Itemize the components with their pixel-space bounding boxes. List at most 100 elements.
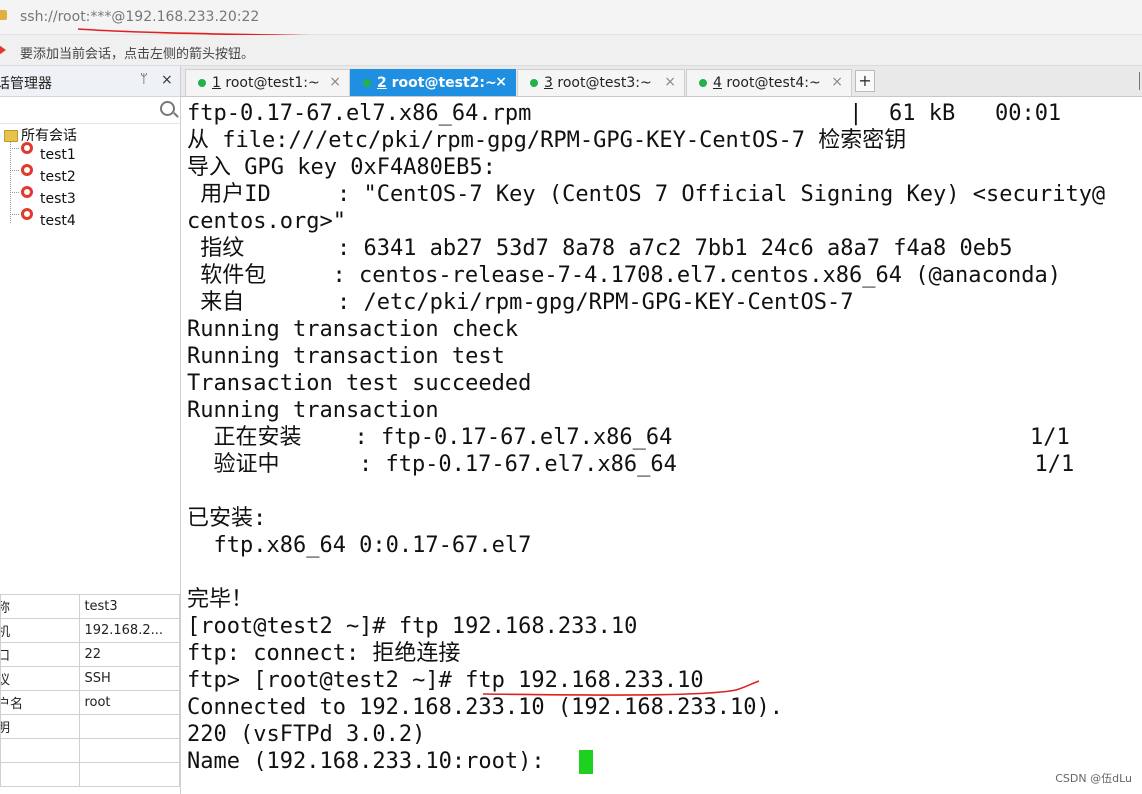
session-properties: 称test3 机192.168.2... 口22 议SSH 户名root 明 xyxy=(0,594,180,787)
property-key: 称 xyxy=(0,594,81,619)
tab-root-test3[interactable]: 3 root@test3:~ × xyxy=(517,69,685,96)
status-dot-icon xyxy=(530,79,538,87)
property-key: 议 xyxy=(0,666,81,691)
tree-session-test2[interactable]: test2 xyxy=(40,169,76,185)
folder-icon xyxy=(4,130,18,142)
tree-session-test1[interactable]: test1 xyxy=(40,147,76,163)
terminal-line: 已安装: xyxy=(187,506,267,531)
tab-root-test1[interactable]: 1 root@test1:~ × xyxy=(185,69,350,96)
tab-title: root@test1:~ xyxy=(220,75,320,91)
tab-number: 2 xyxy=(377,75,387,91)
terminal-line: 软件包 : centos-release-7-4.1708.el7.centos… xyxy=(187,263,1061,288)
status-dot-icon xyxy=(699,79,707,87)
tree-line xyxy=(10,142,11,223)
terminal-line: ftp-0.17-67.el7.x86_64.rpm | 61 kB 00:01 xyxy=(187,101,1062,126)
terminal-line: Running transaction xyxy=(187,398,439,423)
terminal-line: 完毕！ xyxy=(187,587,254,612)
property-key: 户名 xyxy=(0,690,81,715)
property-key: 明 xyxy=(0,714,81,739)
tab-number: 1 xyxy=(212,75,221,91)
property-key: 口 xyxy=(0,642,81,667)
tab-title: root@test3:~ xyxy=(552,75,652,91)
terminal-line: Name (192.168.233.10:root): xyxy=(187,749,558,774)
tree-line xyxy=(10,214,19,215)
terminal-line: centos.org>" xyxy=(187,209,346,234)
terminal-line: Running transaction check xyxy=(187,317,519,342)
tab-bar-divider xyxy=(1139,72,1140,90)
property-row: 议SSH xyxy=(0,666,180,691)
tab-title: root@test2:~ xyxy=(386,75,497,91)
property-value: test3 xyxy=(79,594,180,619)
terminal-line: 来自 : /etc/pki/rpm-gpg/RPM-GPG-KEY-CentOS… xyxy=(187,290,854,315)
terminal-cursor xyxy=(579,750,593,774)
property-key xyxy=(0,738,81,763)
terminal-line: 正在安装 : ftp-0.17-67.el7.x86_64 1/1 xyxy=(187,425,1070,450)
property-row: 明 xyxy=(0,714,180,739)
property-value: 192.168.2... xyxy=(79,618,180,643)
session-icon xyxy=(21,142,33,154)
property-row: 机192.168.2... xyxy=(0,618,180,643)
tab-label: 2 root@test2:~ xyxy=(377,75,497,91)
hint-bar: 要添加当前会话，点击左侧的箭头按钮。 xyxy=(0,35,1142,66)
tab-close-icon[interactable]: × xyxy=(664,74,676,90)
session-manager-title: 话管理器 xyxy=(0,76,52,92)
session-manager-header: 话管理器 ᛘ × xyxy=(0,66,180,97)
tab-label: 1 root@test1:~ xyxy=(212,75,320,91)
session-search[interactable] xyxy=(0,97,180,124)
tab-number: 4 xyxy=(713,75,722,91)
terminal-line: Running transaction test xyxy=(187,344,505,369)
tree-session-test4[interactable]: test4 xyxy=(40,213,76,229)
new-tab-button[interactable]: + xyxy=(855,70,875,92)
close-icon[interactable]: × xyxy=(161,72,173,88)
terminal-line: 用户ID : "CentOS-7 Key (CentOS 7 Official … xyxy=(187,182,1106,207)
session-icon xyxy=(21,186,33,198)
terminal-line: ftp> [root@test2 ~]# ftp 192.168.233.10 xyxy=(187,668,704,693)
session-manager: 话管理器 ᛘ × 所有会话 test1 test2 test3 test4 称t… xyxy=(0,66,181,794)
address-bar[interactable]: ssh://root:***@192.168.233.20:22 xyxy=(0,0,1142,44)
property-row: 户名root xyxy=(0,690,180,715)
property-value xyxy=(79,738,180,763)
session-icon xyxy=(21,164,33,176)
search-icon[interactable] xyxy=(160,101,175,116)
terminal-line: 导入 GPG key 0xF4A80EB5: xyxy=(187,155,496,180)
status-dot-icon xyxy=(363,79,371,87)
watermark: CSDN @伍dLu xyxy=(1055,772,1132,785)
tab-close-icon[interactable]: × xyxy=(329,74,341,90)
pin-icon[interactable]: ᛘ xyxy=(140,72,148,87)
tab-close-icon[interactable]: × xyxy=(495,74,507,90)
terminal-line: 从 file:///etc/pki/rpm-gpg/RPM-GPG-KEY-Ce… xyxy=(187,128,907,153)
terminal-line: 指纹 : 6341 ab27 53d7 8a78 a7c2 7bb1 24c6 … xyxy=(187,236,1013,261)
tree-line xyxy=(10,148,19,149)
tab-bar: 1 root@test1:~ × 2 root@test2:~ × 3 root… xyxy=(181,66,1142,97)
property-key: 机 xyxy=(0,618,81,643)
terminal-line: 验证中 : ftp-0.17-67.el7.x86_64 1/1 xyxy=(187,452,1075,477)
hint-text: 要添加当前会话，点击左侧的箭头按钮。 xyxy=(20,47,255,62)
terminal-line: ftp: connect: 拒绝连接 xyxy=(187,641,461,666)
tab-title: root@test4:~ xyxy=(721,75,821,91)
tab-root-test2[interactable]: 2 root@test2:~ × xyxy=(350,69,516,96)
session-icon xyxy=(21,208,33,220)
terminal-line: 220 (vsFTPd 3.0.2) xyxy=(187,722,426,747)
tree-line xyxy=(10,170,19,171)
arrow-icon[interactable] xyxy=(0,43,6,57)
property-row: 口22 xyxy=(0,642,180,667)
tab-close-icon[interactable]: × xyxy=(831,74,843,90)
status-dot-icon xyxy=(198,79,206,87)
terminal-line: Transaction test succeeded xyxy=(187,371,532,396)
tab-number: 3 xyxy=(544,75,553,91)
terminal-line: [root@test2 ~]# ftp 192.168.233.10 xyxy=(187,614,638,639)
property-row xyxy=(0,738,180,763)
terminal-line: ftp.x86_64 0:0.17-67.el7 xyxy=(187,533,532,558)
property-value xyxy=(79,714,180,739)
tab-label: 4 root@test4:~ xyxy=(713,75,821,91)
terminal[interactable]: Name (192.168.233.10:root): 220 (vsFTPd … xyxy=(181,97,1142,794)
tree-line xyxy=(10,192,19,193)
tab-label: 3 root@test3:~ xyxy=(544,75,652,91)
tree-session-test3[interactable]: test3 xyxy=(40,191,76,207)
property-key xyxy=(0,762,81,787)
property-value: root xyxy=(79,690,180,715)
property-row xyxy=(0,762,180,787)
property-value: SSH xyxy=(79,666,180,691)
property-value: 22 xyxy=(79,642,180,667)
tab-root-test4[interactable]: 4 root@test4:~ × xyxy=(686,69,852,96)
